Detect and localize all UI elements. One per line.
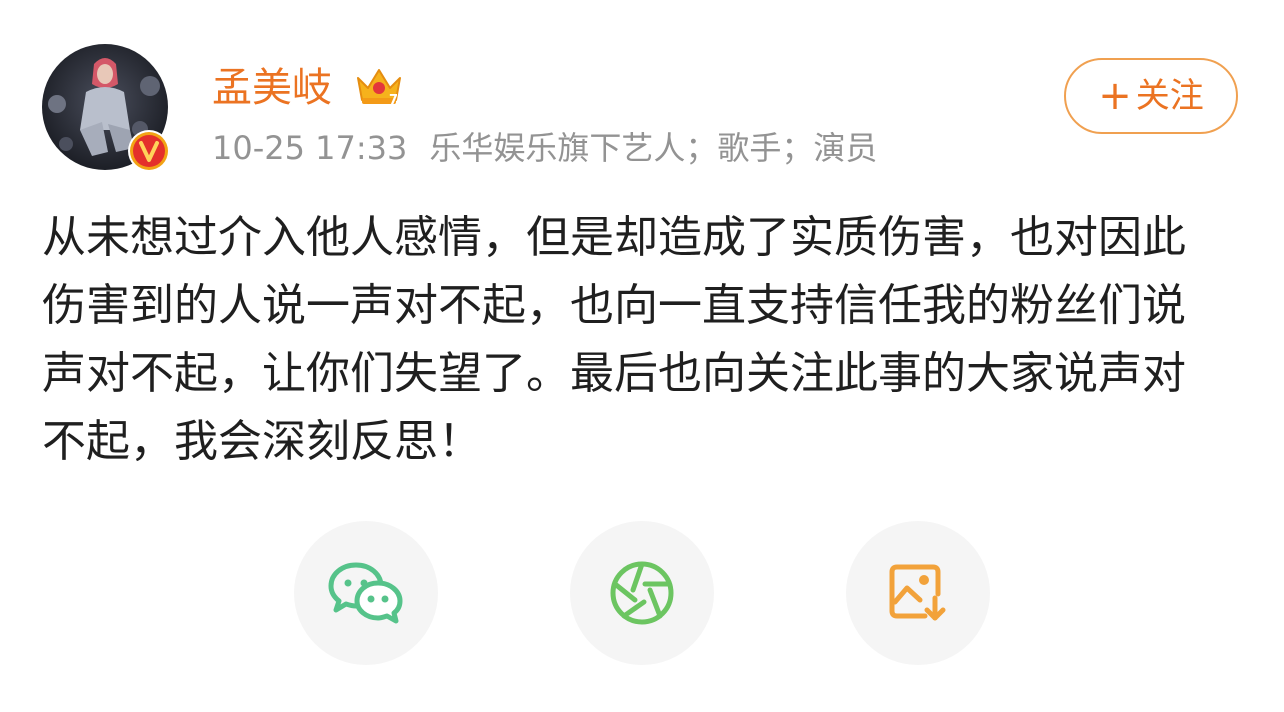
svg-text:7: 7 bbox=[389, 93, 398, 108]
save-image-icon bbox=[889, 564, 946, 621]
follow-button[interactable]: + 关注 bbox=[1064, 58, 1238, 134]
share-wechat-button[interactable] bbox=[294, 521, 438, 665]
verified-v-icon bbox=[130, 132, 168, 170]
wechat-icon bbox=[328, 562, 403, 624]
post-time: 10-25 17:33 bbox=[212, 129, 408, 167]
share-save-image-button[interactable] bbox=[846, 521, 990, 665]
moments-camera-icon bbox=[610, 561, 674, 625]
follow-label: 关注 bbox=[1135, 76, 1204, 116]
user-name[interactable]: 孟美岐 bbox=[212, 64, 332, 112]
post-meta: 10-25 17:33 乐华娱乐旗下艺人；歌手；演员 bbox=[212, 128, 877, 168]
follow-plus-icon: + bbox=[1098, 73, 1132, 119]
crown-icon: 7 bbox=[354, 64, 404, 108]
author-description: 乐华娱乐旗下艺人；歌手；演员 bbox=[429, 129, 878, 167]
share-moments-button[interactable] bbox=[570, 521, 714, 665]
verified-badge bbox=[128, 130, 170, 172]
post-text: 从未想过介入他人感情，但是却造成了实质伤害，也对因此伤害到的人说一声对不起，也向… bbox=[42, 212, 1186, 467]
post-header: 孟美岐 7 10-25 17:33 乐华娱乐旗下艺人；歌手；演员 + 关注 bbox=[42, 44, 1242, 174]
